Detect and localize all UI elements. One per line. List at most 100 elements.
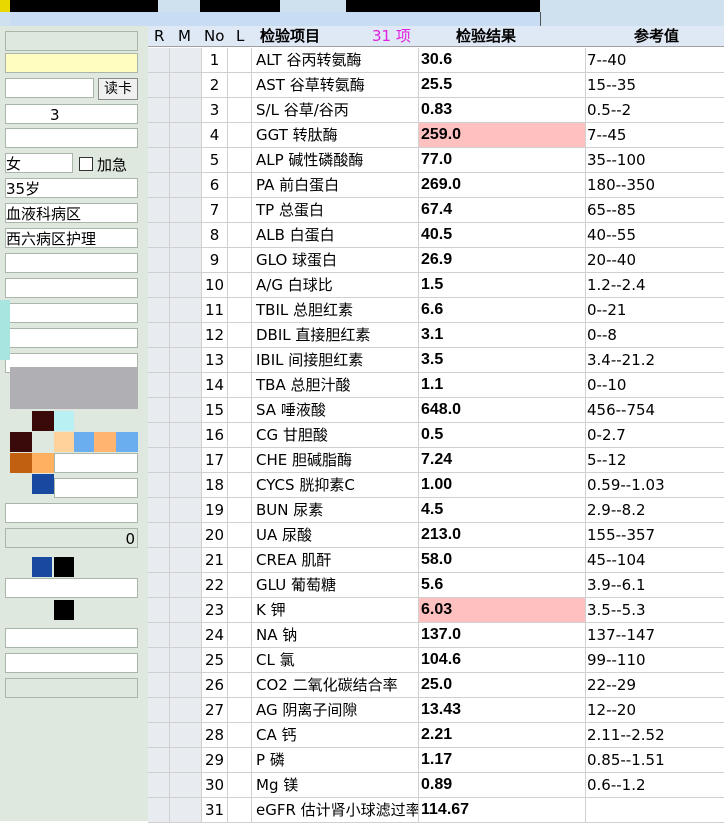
field-12[interactable] (5, 328, 138, 348)
table-row[interactable]: 29 P 磷 1.17 0.85--1.51 (148, 748, 724, 773)
name-field[interactable] (5, 128, 138, 148)
table-row[interactable]: 31 eGFR 估计肾小球滤过率 114.67 (148, 798, 724, 823)
field-21[interactable] (5, 678, 138, 698)
cell-reference: 7--45 (587, 126, 627, 144)
table-row[interactable]: 24 NA 钠 137.0 137--147 (148, 623, 724, 648)
ward-field[interactable]: 西六病区护理 (5, 228, 138, 248)
table-row[interactable]: 11 TBIL 总胆红素 6.6 0--21 (148, 298, 724, 323)
cell-item-name: GLU 葡萄糖 (252, 573, 419, 597)
cell-no: 21 (202, 548, 228, 572)
cell-no: 15 (202, 398, 228, 422)
cell-r (148, 648, 170, 672)
table-row[interactable]: 28 CA 钙 2.21 2.11--2.52 (148, 723, 724, 748)
table-row[interactable]: 16 CG 甘胆酸 0.5 0-2.7 (148, 423, 724, 448)
cell-no: 5 (202, 148, 228, 172)
field-11[interactable] (5, 303, 138, 323)
redacted-block (200, 0, 280, 12)
col-l-header[interactable]: L (236, 26, 244, 46)
cell-l (228, 348, 252, 372)
col-result-header[interactable]: 检验结果 (456, 26, 516, 46)
table-row[interactable]: 1 ALT 谷丙转氨酶 30.6 7--40 (148, 48, 724, 73)
col-no-header[interactable]: No (204, 26, 224, 46)
cell-l (228, 798, 252, 822)
cell-reference: 0.5--2 (587, 101, 632, 119)
table-row[interactable]: 8 ALB 白蛋白 40.5 40--55 (148, 223, 724, 248)
cell-reference: 0--8 (587, 326, 617, 344)
cell-r (148, 273, 170, 297)
table-row[interactable]: 22 GLU 葡萄糖 5.6 3.9--6.1 (148, 573, 724, 598)
table-row[interactable]: 7 TP 总蛋白 67.4 65--85 (148, 198, 724, 223)
table-row[interactable]: 21 CREA 肌酐 58.0 45--104 (148, 548, 724, 573)
col-m-header[interactable]: M (178, 26, 191, 46)
table-row[interactable]: 18 CYCS 胱抑素C 1.00 0.59--1.03 (148, 473, 724, 498)
table-row[interactable]: 26 CO2 二氧化碳结合率 25.0 22--29 (148, 673, 724, 698)
table-row[interactable]: 10 A/G 白球比 1.5 1.2--2.4 (148, 273, 724, 298)
table-row[interactable]: 25 CL 氯 104.6 99--110 (148, 648, 724, 673)
table-row[interactable]: 23 K 钾 6.03 3.5--5.3 (148, 598, 724, 623)
field-9[interactable] (5, 253, 138, 273)
table-row[interactable]: 19 BUN 尿素 4.5 2.9--8.2 (148, 498, 724, 523)
field-1[interactable] (5, 31, 138, 51)
field-2[interactable] (5, 53, 138, 73)
cell-item-name: AST 谷草转氨酶 (252, 73, 419, 97)
field-10[interactable] (5, 278, 138, 298)
count-field[interactable]: 0 (5, 528, 138, 548)
cell-m (170, 548, 202, 572)
table-row[interactable]: 12 DBIL 直接胆红素 3.1 0--8 (148, 323, 724, 348)
table-row[interactable]: 30 Mg 镁 0.89 0.6--1.2 (148, 773, 724, 798)
cell-item-name: TBIL 总胆红素 (252, 298, 419, 322)
card-number-input[interactable] (5, 78, 94, 98)
field-20[interactable] (5, 653, 138, 673)
cell-r (148, 748, 170, 772)
cell-item-name: ALT 谷丙转氨酶 (252, 48, 419, 72)
cell-reference: 456--754 (587, 401, 656, 419)
field-15[interactable] (54, 478, 138, 498)
window-marker (0, 0, 10, 12)
cell-m (170, 698, 202, 722)
cell-item-name: CREA 肌酐 (252, 548, 419, 572)
table-row[interactable]: 9 GLO 球蛋白 26.9 20--40 (148, 248, 724, 273)
cell-no: 11 (202, 298, 228, 322)
cell-reference: 20--40 (587, 251, 636, 269)
table-row[interactable]: 3 S/L 谷草/谷丙 0.83 0.5--2 (148, 98, 724, 123)
table-row[interactable]: 6 PA 前白蛋白 269.0 180--350 (148, 173, 724, 198)
cell-result: 6.03 (419, 598, 586, 622)
field-14[interactable] (54, 453, 138, 473)
age-field[interactable]: 35岁 (5, 178, 138, 198)
cell-r (148, 448, 170, 472)
table-row[interactable]: 14 TBA 总胆汁酸 1.1 0--10 (148, 373, 724, 398)
cell-reference: 35--100 (587, 151, 646, 169)
gender-field[interactable]: 女 (5, 153, 73, 173)
cell-result: 0.89 (419, 773, 586, 797)
table-row[interactable]: 13 IBIL 间接胆红素 3.5 3.4--21.2 (148, 348, 724, 373)
cell-no: 4 (202, 123, 228, 147)
cell-result: 25.0 (419, 673, 586, 697)
cell-m (170, 798, 202, 822)
urgent-checkbox[interactable] (79, 157, 93, 171)
cell-r (148, 423, 170, 447)
cell-no: 30 (202, 773, 228, 797)
department-field[interactable]: 血液科病区 (5, 203, 138, 223)
table-row[interactable]: 27 AG 阴离子间隙 13.43 12--20 (148, 698, 724, 723)
table-row[interactable]: 2 AST 谷草转氨酶 25.5 15--35 (148, 73, 724, 98)
field-16[interactable] (5, 503, 138, 523)
cell-m (170, 473, 202, 497)
field-19[interactable] (5, 628, 138, 648)
table-row[interactable]: 20 UA 尿酸 213.0 155--357 (148, 523, 724, 548)
cell-no: 29 (202, 748, 228, 772)
table-row[interactable]: 17 CHE 胆碱脂酶 7.24 5--12 (148, 448, 724, 473)
col-reference-header[interactable]: 参考值 (634, 26, 679, 46)
table-row[interactable]: 4 GGT 转肽酶 259.0 7--45 (148, 123, 724, 148)
col-r-header[interactable]: R (154, 26, 164, 46)
table-row[interactable]: 5 ALP 碱性磷酸酶 77.0 35--100 (148, 148, 724, 173)
cell-no: 9 (202, 248, 228, 272)
read-card-button[interactable]: 读卡 (98, 78, 138, 100)
cell-no: 7 (202, 198, 228, 222)
id-field[interactable]: 3 (5, 104, 138, 124)
cell-r (148, 73, 170, 97)
item-count: 31 项 (372, 27, 411, 45)
cell-item-name: P 磷 (252, 748, 419, 772)
field-18[interactable] (5, 578, 138, 598)
table-row[interactable]: 15 SA 唾液酸 648.0 456--754 (148, 398, 724, 423)
col-item-header[interactable]: 检验项目 (260, 26, 320, 46)
